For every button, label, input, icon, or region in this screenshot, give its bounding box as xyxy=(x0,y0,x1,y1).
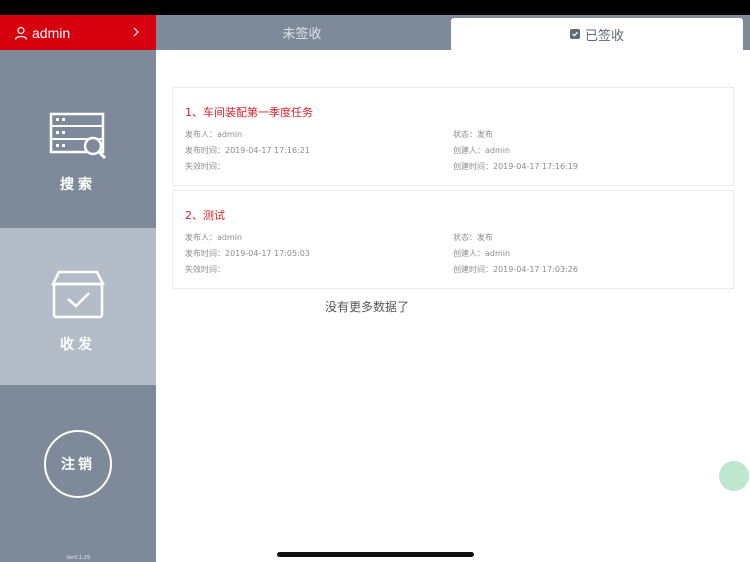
logout-label: 注销 xyxy=(61,457,95,473)
checkbox-icon xyxy=(569,29,580,39)
list-item[interactable]: 1、车间装配第一季度任务 发布人：admin 发布时间：2019-04-17 1… xyxy=(172,87,734,186)
expire-time-label: 失效时间： xyxy=(185,265,225,274)
create-time-value: 2019-04-17 17:16:19 xyxy=(493,162,578,171)
tab-signed[interactable]: 已签收 xyxy=(451,18,743,50)
floating-action-button[interactable] xyxy=(719,461,749,491)
create-time-label: 创建时间： xyxy=(453,162,493,171)
creator-value: admin xyxy=(485,146,511,155)
create-time-field: 创建时间：2019-04-17 17:03:26 xyxy=(453,264,578,275)
publish-time-label: 发布时间： xyxy=(185,249,225,258)
creator-label: 创建人： xyxy=(453,249,485,258)
create-time-label: 创建时间： xyxy=(453,265,493,274)
nav-search[interactable]: 搜索 xyxy=(0,50,156,228)
publisher-label: 发布人： xyxy=(185,233,217,242)
list-item[interactable]: 2、测试 发布人：admin 发布时间：2019-04-17 17:05:03 … xyxy=(172,190,734,289)
expire-time-field: 失效时间： xyxy=(185,161,225,172)
publisher-value: admin xyxy=(217,130,243,139)
expire-time-field: 失效时间： xyxy=(185,264,225,275)
sidebar: admin 搜索 收发 注销 Ver0.1.29 xyxy=(0,15,156,562)
create-time-value: 2019-04-17 17:03:26 xyxy=(493,265,578,274)
publisher-value: admin xyxy=(217,233,243,242)
publisher-field: 发布人：admin xyxy=(185,232,242,243)
user-bar[interactable]: admin xyxy=(0,15,156,50)
creator-label: 创建人： xyxy=(453,146,485,155)
status-value: 发布 xyxy=(477,130,493,139)
inbox-check-icon xyxy=(51,270,105,319)
item-title: 2、测试 xyxy=(185,209,225,222)
search-list-icon xyxy=(49,112,107,160)
tab-signed-label: 已签收 xyxy=(584,28,624,44)
no-more-data-note: 没有更多数据了 xyxy=(325,300,410,314)
creator-value: admin xyxy=(485,249,511,258)
tab-bar: 未签收 已签收 xyxy=(156,15,750,50)
status-value: 发布 xyxy=(477,233,493,242)
version-label: Ver0.1.29 xyxy=(65,555,91,561)
creator-field: 创建人：admin xyxy=(453,145,510,156)
nav-search-label: 搜索 xyxy=(60,177,96,193)
status-label: 状态： xyxy=(453,130,477,139)
status-label: 状态： xyxy=(453,233,477,242)
status-bar xyxy=(0,0,750,15)
nav-inbox-label: 收发 xyxy=(60,337,96,353)
logout-button[interactable]: 注销 xyxy=(44,430,112,498)
status-field: 状态：发布 xyxy=(453,129,493,140)
expire-time-label: 失效时间： xyxy=(185,162,225,171)
main-content: 1、车间装配第一季度任务 发布人：admin 发布时间：2019-04-17 1… xyxy=(156,50,750,562)
item-title: 1、车间装配第一季度任务 xyxy=(185,106,313,119)
publish-time-value: 2019-04-17 17:05:03 xyxy=(225,249,310,258)
nav-inbox[interactable]: 收发 xyxy=(0,228,156,385)
publisher-field: 发布人：admin xyxy=(185,129,242,140)
create-time-field: 创建时间：2019-04-17 17:16:19 xyxy=(453,161,578,172)
creator-field: 创建人：admin xyxy=(453,248,510,259)
tab-unsigned[interactable]: 未签收 xyxy=(156,15,448,50)
chevron-right-icon xyxy=(133,27,139,37)
publish-time-label: 发布时间： xyxy=(185,146,225,155)
user-icon xyxy=(14,26,28,40)
publisher-label: 发布人： xyxy=(185,130,217,139)
status-field: 状态：发布 xyxy=(453,232,493,243)
publish-time-field: 发布时间：2019-04-17 17:16:21 xyxy=(185,145,310,156)
username: admin xyxy=(32,24,71,41)
tab-unsigned-label: 未签收 xyxy=(282,27,322,42)
publish-time-field: 发布时间：2019-04-17 17:05:03 xyxy=(185,248,310,259)
home-indicator[interactable] xyxy=(277,552,474,557)
publish-time-value: 2019-04-17 17:16:21 xyxy=(225,146,310,155)
